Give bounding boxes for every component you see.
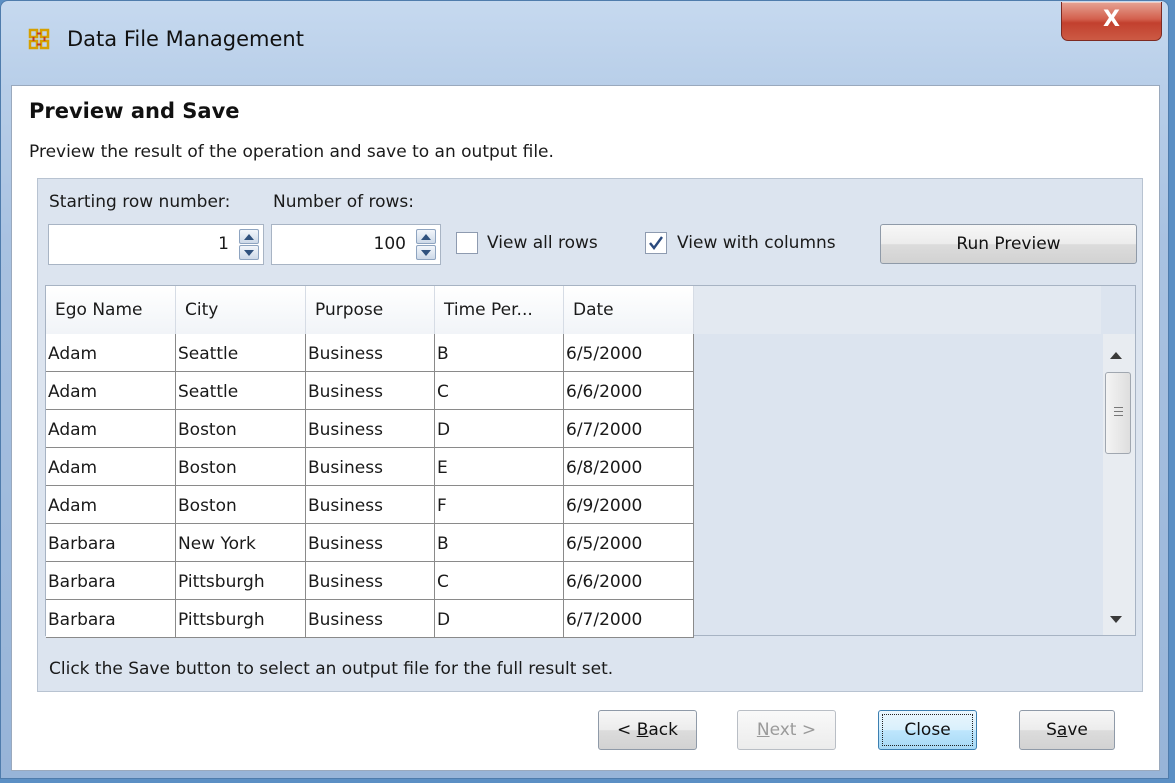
table-header: Ego Name City Purpose Time Per... Date <box>46 286 1101 334</box>
scrollbar-thumb[interactable] <box>1105 372 1131 454</box>
view-with-columns-checkbox[interactable] <box>645 232 667 254</box>
table-cell[interactable]: Barbara <box>46 562 176 600</box>
table-cell[interactable]: 6/7/2000 <box>564 600 694 638</box>
table-cell[interactable]: C <box>435 372 564 410</box>
table-cell[interactable]: Boston <box>176 448 306 486</box>
table-cell[interactable]: E <box>435 448 564 486</box>
table-cell[interactable]: B <box>435 334 564 372</box>
table-cell[interactable]: Boston <box>176 486 306 524</box>
checkmark-icon <box>649 236 663 250</box>
table-row[interactable]: Barbara Pittsburgh Business D 6/7/2000 <box>46 600 694 638</box>
table-cell[interactable]: Boston <box>176 410 306 448</box>
table-row[interactable]: Adam Boston Business E 6/8/2000 <box>46 448 694 486</box>
close-button[interactable]: Close <box>878 710 977 750</box>
table-row[interactable]: Barbara Pittsburgh Business C 6/6/2000 <box>46 562 694 600</box>
column-header-city[interactable]: City <box>176 286 306 334</box>
column-header-time-period[interactable]: Time Per... <box>435 286 564 334</box>
table-cell[interactable]: New York <box>176 524 306 562</box>
table-cell[interactable]: Seattle <box>176 372 306 410</box>
table-row[interactable]: Adam Boston Business D 6/7/2000 <box>46 410 694 448</box>
view-all-rows-label: View all rows <box>487 233 598 253</box>
column-header-purpose[interactable]: Purpose <box>306 286 435 334</box>
num-rows-value: 100 <box>373 234 406 254</box>
table-body: Adam Seattle Business B 6/5/2000 Adam Seattle B… <box>46 334 694 638</box>
save-hint: Click the Save button to select an outpu… <box>49 659 614 679</box>
table-cell[interactable]: Business <box>306 486 435 524</box>
column-header-ego-name[interactable]: Ego Name <box>46 286 176 334</box>
spin-down-icon[interactable] <box>416 245 436 260</box>
table-cell[interactable]: 6/6/2000 <box>564 562 694 600</box>
table-cell[interactable]: Business <box>306 334 435 372</box>
table-cell[interactable]: D <box>435 410 564 448</box>
table-row[interactable]: Barbara New York Business B 6/5/2000 <box>46 524 694 562</box>
grip-icon <box>1114 407 1123 419</box>
table-cell[interactable]: Business <box>306 600 435 638</box>
table-cell[interactable]: 6/5/2000 <box>564 334 694 372</box>
preview-table: Ego Name City Purpose Time Per... Date A… <box>45 285 1136 638</box>
table-cell[interactable]: 6/9/2000 <box>564 486 694 524</box>
table-cell[interactable]: Adam <box>46 372 176 410</box>
view-with-columns-label: View with columns <box>677 233 836 253</box>
table-row[interactable]: Adam Seattle Business B 6/5/2000 <box>46 334 694 372</box>
table-cell[interactable]: Business <box>306 448 435 486</box>
num-rows-label: Number of rows: <box>273 192 414 212</box>
scroll-up-icon[interactable] <box>1110 352 1122 359</box>
table-cell[interactable]: D <box>435 600 564 638</box>
table-row[interactable]: Adam Seattle Business C 6/6/2000 <box>46 372 694 410</box>
spin-down-icon[interactable] <box>239 245 259 260</box>
starting-row-label: Starting row number: <box>49 192 231 212</box>
table-cell[interactable]: Business <box>306 372 435 410</box>
spin-up-icon[interactable] <box>416 229 436 244</box>
scroll-down-icon[interactable] <box>1110 616 1122 623</box>
table-cell[interactable]: Seattle <box>176 334 306 372</box>
table-cell[interactable]: 6/6/2000 <box>564 372 694 410</box>
close-icon: X <box>1103 7 1120 32</box>
table-cell[interactable]: Adam <box>46 448 176 486</box>
table-cell[interactable]: Pittsburgh <box>176 600 306 638</box>
table-cell[interactable]: Adam <box>46 334 176 372</box>
back-button[interactable]: < Back <box>598 710 697 750</box>
table-cell[interactable]: F <box>435 486 564 524</box>
spin-up-icon[interactable] <box>239 229 259 244</box>
view-all-rows-checkbox[interactable] <box>456 232 478 254</box>
close-window-button[interactable]: X <box>1061 2 1162 41</box>
table-cell[interactable]: Pittsburgh <box>176 562 306 600</box>
table-cell[interactable]: 6/5/2000 <box>564 524 694 562</box>
next-button[interactable]: Next > <box>737 710 836 750</box>
title-bar[interactable]: Data File Management X <box>1 1 1168 83</box>
table-cell[interactable]: 6/8/2000 <box>564 448 694 486</box>
table-cell[interactable]: Business <box>306 410 435 448</box>
page-description: Preview the result of the operation and … <box>29 142 554 162</box>
table-cell[interactable]: Barbara <box>46 600 176 638</box>
window-title: Data File Management <box>67 27 304 51</box>
ora-network-icon <box>28 28 50 50</box>
starting-row-spinner[interactable]: 1 <box>48 224 264 265</box>
table-cell[interactable]: B <box>435 524 564 562</box>
table-cell[interactable]: Barbara <box>46 524 176 562</box>
starting-row-value: 1 <box>218 234 229 254</box>
column-header-filler <box>694 286 1101 334</box>
table-cell[interactable]: Business <box>306 524 435 562</box>
vertical-scrollbar[interactable] <box>1103 334 1135 635</box>
page-title: Preview and Save <box>29 99 240 123</box>
table-cell[interactable]: Adam <box>46 486 176 524</box>
table-row[interactable]: Adam Boston Business F 6/9/2000 <box>46 486 694 524</box>
run-preview-button[interactable]: Run Preview <box>880 224 1137 264</box>
table-cell[interactable]: C <box>435 562 564 600</box>
save-button[interactable]: Save <box>1019 710 1115 750</box>
table-cell[interactable]: Adam <box>46 410 176 448</box>
table-cell[interactable]: 6/7/2000 <box>564 410 694 448</box>
table-cell[interactable]: Business <box>306 562 435 600</box>
column-header-date[interactable]: Date <box>564 286 694 334</box>
num-rows-spinner[interactable]: 100 <box>271 224 441 265</box>
